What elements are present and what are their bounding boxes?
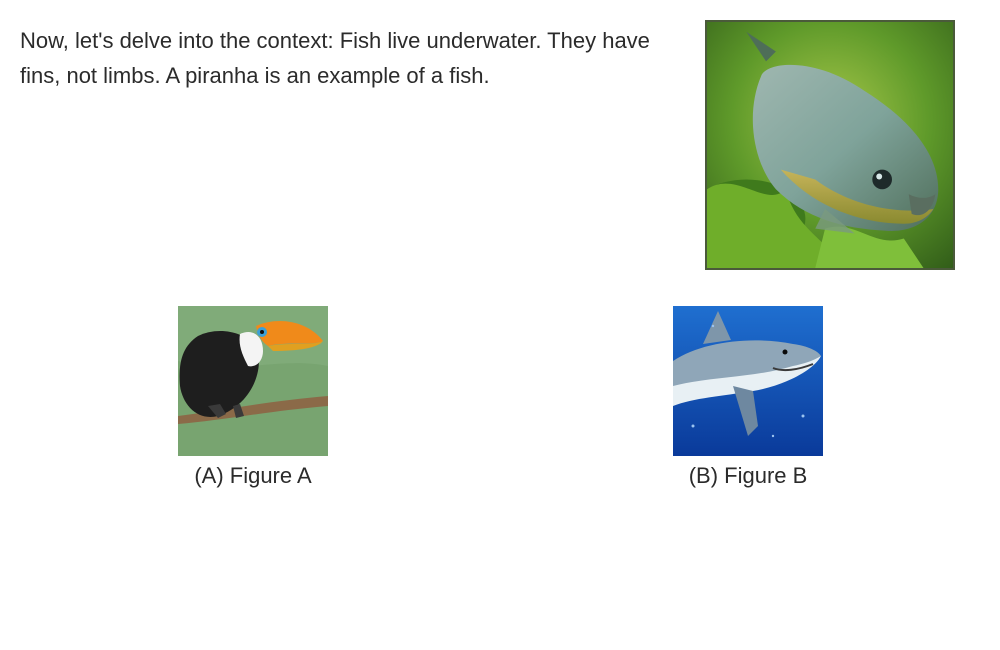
toucan-image	[178, 306, 328, 456]
option-a-image[interactable]	[178, 306, 328, 456]
shark-image	[673, 306, 823, 456]
context-text: Now, let's delve into the context: Fish …	[20, 28, 650, 88]
option-a-label[interactable]: (A) Figure A	[153, 462, 353, 490]
piranha-image	[705, 20, 955, 270]
option-b-label[interactable]: (B) Figure B	[648, 462, 848, 490]
option-b-image[interactable]	[673, 306, 823, 456]
